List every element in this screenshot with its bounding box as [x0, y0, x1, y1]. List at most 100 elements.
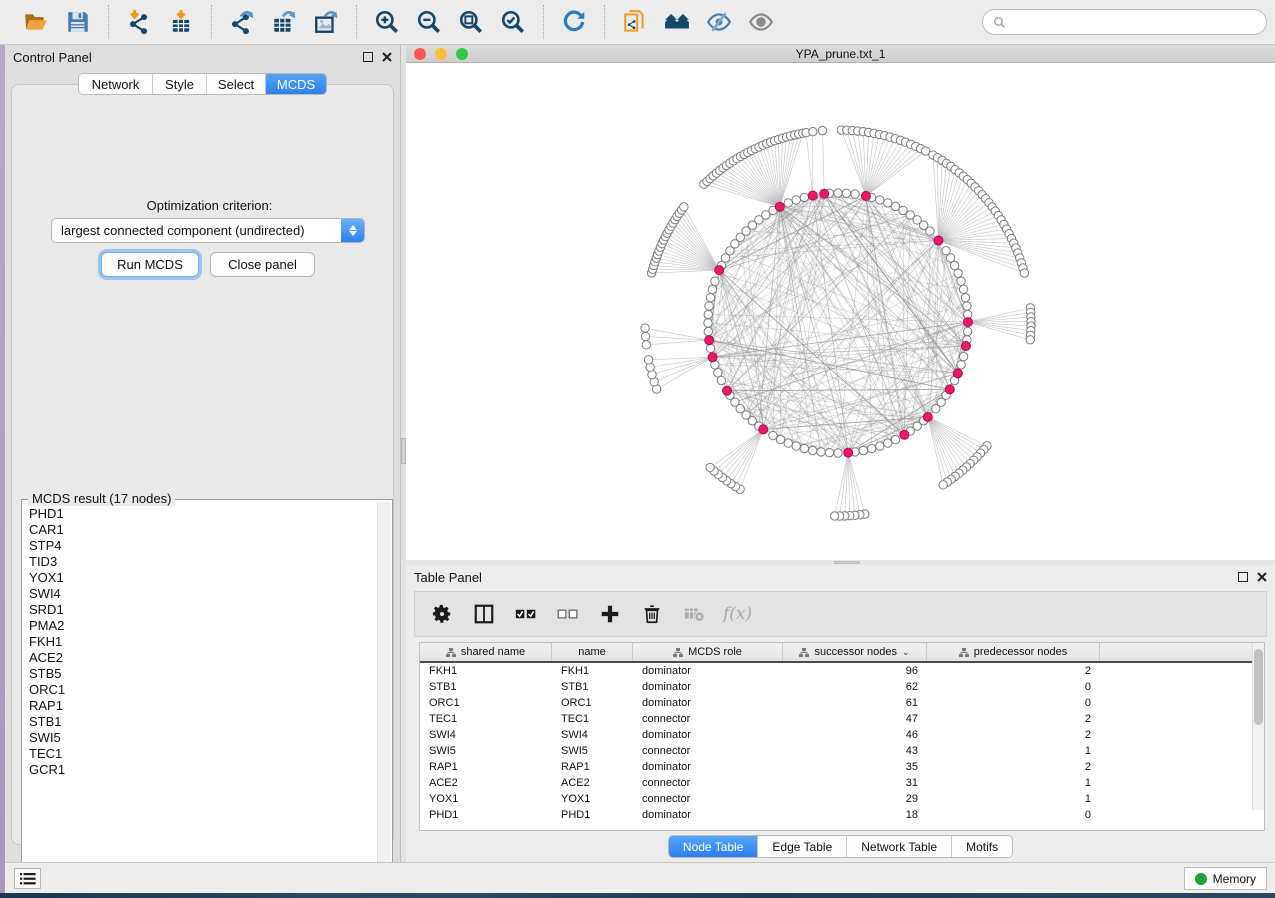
column-header-MCDS-role[interactable]: MCDS role: [633, 643, 783, 661]
mcds-node[interactable]: [963, 318, 972, 327]
mcds-result-item[interactable]: CAR1: [29, 522, 377, 538]
tab-motifs[interactable]: Motifs: [952, 836, 1012, 857]
mcds-node[interactable]: [961, 342, 970, 351]
mcds-node[interactable]: [759, 425, 768, 434]
column-header-shared-name[interactable]: shared name: [420, 643, 552, 661]
mcds-node[interactable]: [820, 189, 829, 198]
network-node[interactable]: [704, 327, 712, 335]
mcds-node[interactable]: [923, 412, 932, 421]
network-node[interactable]: [884, 199, 892, 207]
mcds-result-item[interactable]: STP4: [29, 538, 377, 554]
network-node[interactable]: [704, 310, 712, 318]
close-panel-button[interactable]: Close panel: [210, 252, 315, 277]
network-node[interactable]: [711, 277, 719, 285]
network-node[interactable]: [680, 203, 688, 211]
network-node[interactable]: [876, 442, 884, 450]
import-network-icon[interactable]: [121, 4, 157, 40]
network-node[interactable]: [963, 302, 971, 310]
column-header-successor-nodes[interactable]: successor nodes⌄: [783, 643, 927, 661]
delete-column-icon[interactable]: [639, 601, 665, 627]
table-row[interactable]: TEC1TEC1connector472: [420, 711, 1264, 727]
task-history-button[interactable]: [14, 868, 41, 889]
mcds-node[interactable]: [945, 385, 954, 394]
network-node[interactable]: [714, 369, 722, 377]
mcds-node[interactable]: [808, 191, 817, 200]
network-node[interactable]: [641, 332, 649, 340]
table-row[interactable]: ACE2ACE2connector311: [420, 775, 1264, 791]
network-node[interactable]: [800, 193, 808, 201]
column-header-predecessor-nodes[interactable]: predecessor nodes: [927, 643, 1100, 661]
import-table-icon[interactable]: [163, 4, 199, 40]
network-node[interactable]: [876, 196, 884, 204]
mcds-result-item[interactable]: STB5: [29, 666, 377, 682]
network-node[interactable]: [939, 481, 947, 489]
network-node[interactable]: [792, 196, 800, 204]
network-node[interactable]: [959, 285, 967, 293]
horizontal-splitter-handle[interactable]: [834, 561, 860, 564]
tab-edge-table[interactable]: Edge Table: [758, 836, 847, 857]
network-node[interactable]: [926, 227, 934, 235]
table-row[interactable]: SWI4SWI4dominator462: [420, 727, 1264, 743]
network-node[interactable]: [769, 431, 777, 439]
mcds-result-item[interactable]: SWI4: [29, 586, 377, 602]
table-scrollbar-thumb[interactable]: [1254, 649, 1263, 725]
mcds-result-item[interactable]: ORC1: [29, 682, 377, 698]
open-icon[interactable]: [18, 4, 54, 40]
mcds-result-item[interactable]: SWI5: [29, 730, 377, 746]
network-node[interactable]: [830, 512, 838, 520]
sort-arrow-icon[interactable]: ⌄: [902, 647, 910, 658]
mcds-node[interactable]: [775, 202, 784, 211]
close-table-panel-icon[interactable]: [1257, 572, 1267, 582]
run-mcds-button[interactable]: Run MCDS: [101, 252, 199, 277]
clone-network-icon[interactable]: [617, 4, 653, 40]
network-node[interactable]: [784, 199, 792, 207]
memory-button[interactable]: Memory: [1184, 867, 1267, 890]
mcds-result-item[interactable]: PMA2: [29, 618, 377, 634]
column-header-name[interactable]: name: [552, 643, 633, 661]
mcds-node[interactable]: [900, 430, 909, 439]
export-table-icon[interactable]: [266, 4, 302, 40]
deselect-all-icon[interactable]: [555, 601, 581, 627]
table-row[interactable]: STB1STB1dominator620: [420, 679, 1264, 695]
mcds-result-item[interactable]: TID3: [29, 554, 377, 570]
mcds-result-item[interactable]: FKH1: [29, 634, 377, 650]
zoom-in-icon[interactable]: [369, 4, 405, 40]
save-icon[interactable]: [60, 4, 96, 40]
network-node[interactable]: [818, 126, 826, 134]
window-minimize-light[interactable]: [435, 48, 447, 60]
table-row[interactable]: RAP1RAP1dominator352: [420, 759, 1264, 775]
network-node[interactable]: [704, 319, 712, 327]
network-node[interactable]: [957, 361, 965, 369]
mcds-result-item[interactable]: TEC1: [29, 746, 377, 762]
table-row[interactable]: SWI5SWI5connector431: [420, 743, 1264, 759]
network-node[interactable]: [932, 405, 940, 413]
network-node[interactable]: [808, 446, 816, 454]
network-node[interactable]: [884, 439, 892, 447]
network-node[interactable]: [641, 324, 649, 332]
network-node[interactable]: [961, 293, 969, 301]
tab-network-table[interactable]: Network Table: [847, 836, 952, 857]
network-node[interactable]: [708, 285, 716, 293]
network-node[interactable]: [851, 190, 859, 198]
mcds-result-item[interactable]: YOX1: [29, 570, 377, 586]
network-node[interactable]: [834, 189, 842, 197]
tab-network[interactable]: Network: [79, 74, 153, 94]
column-visibility-icon[interactable]: [471, 601, 497, 627]
network-node[interactable]: [642, 341, 650, 349]
export-image-icon[interactable]: [308, 4, 344, 40]
mcds-node[interactable]: [715, 266, 724, 275]
mcds-result-list[interactable]: PHD1CAR1STP4TID3YOX1SWI4SRD1PMA2FKH1ACE2…: [24, 502, 377, 867]
tab-select[interactable]: Select: [207, 74, 266, 94]
mcds-result-item[interactable]: RAP1: [29, 698, 377, 714]
network-node[interactable]: [784, 439, 792, 447]
mcds-list-scrollbar[interactable]: [377, 502, 390, 867]
float-table-panel-icon[interactable]: [1238, 572, 1248, 582]
mcds-result-item[interactable]: ACE2: [29, 650, 377, 666]
zoom-fit-icon[interactable]: [453, 4, 489, 40]
network-node[interactable]: [1026, 336, 1034, 344]
show-all-icon[interactable]: [743, 4, 779, 40]
network-node[interactable]: [950, 261, 958, 269]
network-node[interactable]: [706, 463, 714, 471]
network-canvas[interactable]: [406, 63, 1275, 559]
mcds-node[interactable]: [934, 236, 943, 245]
